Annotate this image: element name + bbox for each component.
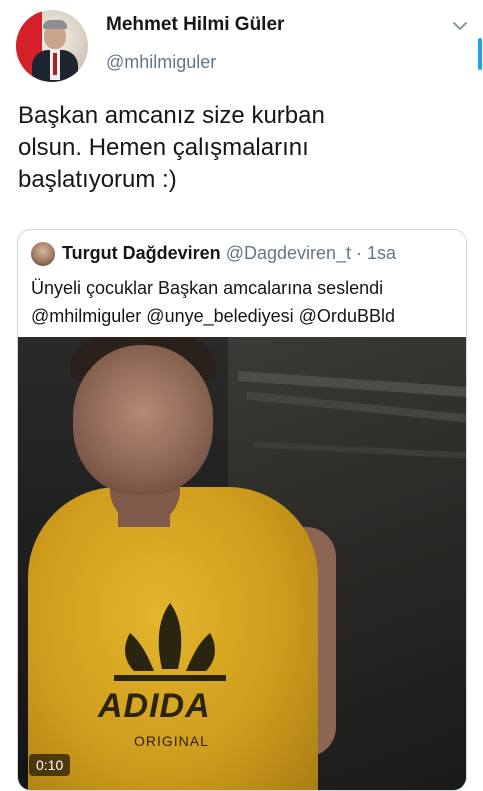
quoted-tweet-meta: Turgut Dağdeviren @Dagdeviren_t · 1sa xyxy=(62,243,396,264)
quoted-tweet-card[interactable]: Turgut Dağdeviren @Dagdeviren_t · 1sa Ün… xyxy=(17,229,467,791)
child-face xyxy=(73,345,213,495)
quoted-tweet-time: 1sa xyxy=(367,243,397,263)
meta-separator: · xyxy=(351,243,368,263)
author-name[interactable]: Mehmet Hilmi Güler xyxy=(106,14,284,36)
shirt-print-sub: ORIGINAL xyxy=(134,733,209,749)
tweet-text-line: olsun. Hemen çalışmalarını xyxy=(18,134,309,161)
video-duration: 0:10 xyxy=(29,754,71,776)
tweet-text-line: başlatıyorum :) xyxy=(18,166,177,193)
quoted-text-line: Ünyeli çocuklar Başkan amcalarına seslen… xyxy=(31,278,384,298)
tweet-header: Mehmet Hilmi Güler @mhilmiguler xyxy=(0,0,483,90)
quoted-text-line: @mhilmiguler @unye_belediyesi @OrduBBld xyxy=(31,306,395,326)
chevron-down-icon[interactable] xyxy=(450,18,470,34)
author-handle[interactable]: @mhilmiguler xyxy=(106,52,216,73)
tweet-text: Başkan amcanız size kurban olsun. Hemen … xyxy=(18,100,458,196)
quoted-author-avatar xyxy=(31,242,55,266)
scroll-indicator xyxy=(478,38,482,70)
video-player[interactable]: ADIDA ORIGINAL 0:10 xyxy=(18,337,466,790)
tweet-text-line: Başkan amcanız size kurban xyxy=(18,102,325,129)
author-avatar[interactable] xyxy=(16,10,88,82)
quoted-author-name: Turgut Dağdeviren xyxy=(62,243,221,263)
quoted-tweet-text: Ünyeli çocuklar Başkan amcalarına seslen… xyxy=(31,274,461,330)
shirt-print: ADIDA xyxy=(98,687,211,725)
trefoil-logo-icon xyxy=(114,603,226,681)
quoted-author-handle: @Dagdeviren_t xyxy=(225,243,352,263)
